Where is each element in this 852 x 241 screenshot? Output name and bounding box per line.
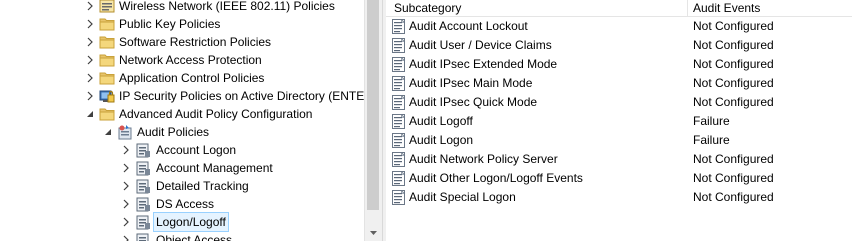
collapse-arrow-icon[interactable] [103,123,113,141]
list-row[interactable]: Audit Network Policy Server Not Configur… [386,150,852,169]
expand-arrow-icon[interactable] [121,231,131,241]
column-header-subcategory[interactable]: Subcategory [389,0,689,16]
expand-arrow-icon[interactable] [121,213,131,231]
column-header-audit-events[interactable]: Audit Events [688,0,843,16]
folder-icon [99,34,115,50]
list-row[interactable]: Audit IPsec Main Mode Not Configured [386,74,852,93]
audit-events-cell: Not Configured [693,76,774,90]
audit-events-cell: Failure [693,133,730,147]
audit-events-cell: Not Configured [693,19,774,33]
binary-policy-icon [392,152,407,167]
subcategory-cell: Audit Account Lockout [409,19,528,33]
expand-arrow-icon[interactable] [85,51,95,69]
tree-item-label: Advanced Audit Policy Configuration [119,107,313,121]
tree-item-label: Object Access [156,233,233,241]
tree-item-label: Wireless Network (IEEE 802.11) Policies [119,0,335,13]
tree-vertical-scrollbar[interactable] [364,0,382,241]
list-row[interactable]: Audit Logoff Failure [386,112,852,131]
tree-item-label: Network Access Protection [119,53,262,67]
expand-arrow-icon[interactable] [121,141,131,159]
expand-arrow-icon[interactable] [85,87,95,105]
folder-icon [99,70,115,86]
audit-category-icon [135,160,151,176]
subcategory-list[interactable]: Subcategory Audit Events Audit Account L… [386,0,852,241]
expand-arrow-icon[interactable] [121,195,131,213]
list-row[interactable]: Audit Logon Failure [386,131,852,150]
binary-policy-icon [392,95,407,110]
subcategory-cell: Audit User / Device Claims [409,38,552,52]
audit-category-icon [135,214,151,230]
tree-item-label: Logon/Logoff [153,212,229,232]
console-tree[interactable]: Wireless Network (IEEE 802.11) Policies … [0,0,364,241]
scrollbar-thumb[interactable] [367,0,379,210]
collapse-arrow-icon[interactable] [85,105,95,123]
audit-events-cell: Not Configured [693,171,774,185]
subcategory-cell: Audit Logoff [409,114,473,128]
tree-item-label: Software Restriction Policies [119,35,272,49]
list-row[interactable]: Audit IPsec Extended Mode Not Configured [386,55,852,74]
policy-settings-icon [99,0,115,14]
audit-category-icon [135,232,151,241]
expand-arrow-icon[interactable] [121,159,131,177]
list-row[interactable]: Audit Other Logon/Logoff Events Not Conf… [386,169,852,188]
tree-item-label: Account Logon [156,143,237,157]
subcategory-cell: Audit Other Logon/Logoff Events [409,171,583,185]
binary-policy-icon [392,190,407,205]
list-row[interactable]: Audit Special Logon Not Configured [386,188,852,207]
expand-arrow-icon[interactable] [85,33,95,51]
subcategory-cell: Audit Network Policy Server [409,152,558,166]
subcategory-cell: Audit IPsec Extended Mode [409,57,558,71]
expand-arrow-icon[interactable] [85,0,95,15]
audit-events-cell: Not Configured [693,57,774,71]
subcategory-cell: Audit Special Logon [409,190,516,204]
tree-item-label: IP Security Policies on Active Directory… [119,89,364,103]
tree-item-label: Application Control Policies [119,71,265,85]
expand-arrow-icon[interactable] [85,15,95,33]
tree-item-label: Detailed Tracking [156,179,249,193]
list-row[interactable]: Audit IPsec Quick Mode Not Configured [386,93,852,112]
binary-policy-icon [392,114,407,129]
audit-policies-icon [117,124,133,140]
ip-security-icon [99,88,115,104]
subcategory-cell: Audit Logon [409,133,474,147]
list-row[interactable]: Audit Account Lockout Not Configured [386,17,852,36]
binary-policy-icon [392,76,407,91]
tree-item-label: DS Access [156,197,215,211]
binary-policy-icon [392,171,407,186]
expand-arrow-icon[interactable] [121,177,131,195]
audit-category-icon [135,178,151,194]
binary-policy-icon [392,133,407,148]
audit-events-cell: Failure [693,114,730,128]
list-row[interactable]: Audit User / Device Claims Not Configure… [386,36,852,55]
audit-events-cell: Not Configured [693,38,774,52]
audit-category-icon [135,142,151,158]
audit-events-cell: Not Configured [693,152,774,166]
binary-policy-icon [392,57,407,72]
tree-item-label: Audit Policies [137,125,210,139]
binary-policy-icon [392,38,407,53]
tree-item-label: Account Management [156,161,273,175]
expand-arrow-icon[interactable] [85,69,95,87]
binary-policy-icon [392,19,407,34]
folder-icon [99,52,115,68]
audit-events-cell: Not Configured [693,95,774,109]
audit-events-cell: Not Configured [693,190,774,204]
scroll-down-arrow-icon[interactable] [365,226,382,241]
audit-category-icon [135,196,151,212]
subcategory-cell: Audit IPsec Main Mode [409,76,533,90]
folder-icon [99,16,115,32]
folder-icon [99,106,115,122]
list-header: Subcategory Audit Events [386,0,852,17]
subcategory-cell: Audit IPsec Quick Mode [409,95,538,109]
tree-item-label: Public Key Policies [119,17,221,31]
